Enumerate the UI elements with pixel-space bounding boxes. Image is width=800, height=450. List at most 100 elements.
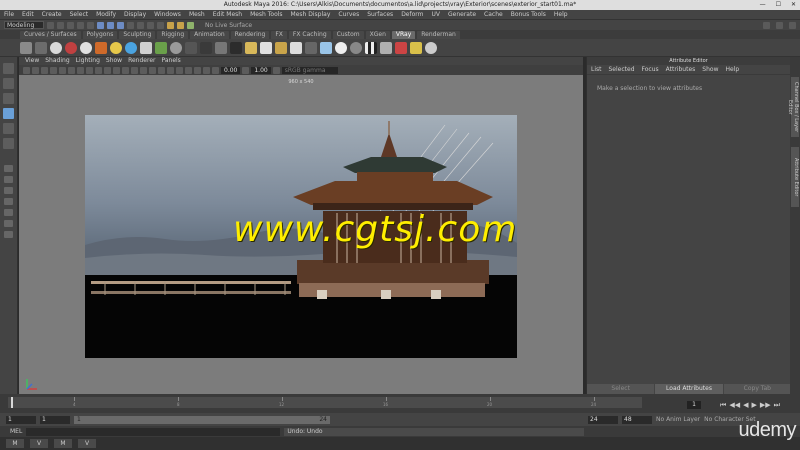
menu-uv[interactable]: UV: [432, 10, 441, 19]
vray-dark-icon[interactable]: [230, 41, 242, 54]
vray-sun-icon[interactable]: [215, 41, 227, 54]
vray-rect-light-icon[interactable]: [140, 41, 152, 54]
xray-icon[interactable]: [194, 66, 201, 74]
snap-curve-icon[interactable]: [137, 21, 144, 29]
menu-windows[interactable]: Windows: [154, 10, 181, 19]
sidebar-toggle-icon[interactable]: [776, 21, 783, 29]
menu-help[interactable]: Help: [554, 10, 568, 19]
vray-mesh-light-icon[interactable]: [185, 41, 197, 54]
playback-end-field[interactable]: 24: [588, 415, 618, 424]
vray-mesh-icon[interactable]: [305, 41, 317, 54]
time-ruler[interactable]: 1 4 8 12 16 20 24: [8, 397, 642, 408]
vray-plane-icon[interactable]: [245, 41, 257, 54]
select-tool-icon[interactable]: [3, 63, 14, 74]
uv-editor-layout-icon[interactable]: [4, 220, 13, 227]
shelf-tab-custom[interactable]: Custom: [332, 30, 364, 39]
attr-menu-help[interactable]: Help: [725, 65, 739, 74]
wireframe-icon[interactable]: [113, 66, 120, 74]
shelf-tab-rigging[interactable]: Rigging: [157, 30, 189, 39]
field-chart-icon[interactable]: [95, 66, 102, 74]
menu-set-selector[interactable]: Modeling: [4, 21, 44, 29]
outliner-layout-icon[interactable]: [4, 231, 13, 238]
isolate-select-icon[interactable]: [185, 66, 192, 74]
select-object-icon[interactable]: [107, 21, 114, 29]
new-scene-icon[interactable]: [47, 21, 54, 29]
viewport-menu-view[interactable]: View: [25, 57, 39, 65]
vray-proxy-icon[interactable]: [95, 41, 107, 54]
vray-light-icon[interactable]: [110, 41, 122, 54]
anti-alias-icon[interactable]: [176, 66, 183, 74]
play-backward-icon[interactable]: ◀: [743, 401, 748, 409]
persp-graph-layout-icon[interactable]: [4, 198, 13, 205]
taskbar-item[interactable]: V: [78, 439, 96, 448]
single-perspective-layout-icon[interactable]: [4, 165, 13, 172]
menu-deform[interactable]: Deform: [401, 10, 423, 19]
vray-material-red-icon[interactable]: [65, 41, 77, 54]
close-icon[interactable]: ✕: [791, 0, 796, 10]
menu-mesh[interactable]: Mesh: [189, 10, 205, 19]
vray-frame-buffer-icon[interactable]: [35, 41, 47, 54]
range-slider[interactable]: 1 24: [74, 415, 330, 424]
shelf-tab-renderman[interactable]: Renderman: [417, 30, 460, 39]
use-lights-icon[interactable]: [140, 66, 147, 74]
viewport-menu-renderer[interactable]: Renderer: [128, 57, 155, 65]
vray-white-sphere-icon[interactable]: [335, 41, 347, 54]
attr-menu-attributes[interactable]: Attributes: [666, 65, 696, 74]
color-management-icon[interactable]: [272, 66, 280, 74]
menu-create[interactable]: Create: [42, 10, 62, 19]
undo-icon[interactable]: [77, 21, 84, 29]
menu-surfaces[interactable]: Surfaces: [367, 10, 393, 19]
go-to-start-icon[interactable]: ⏮: [720, 401, 726, 409]
ambient-occlusion-icon[interactable]: [158, 66, 165, 74]
animation-end-field[interactable]: 48: [622, 415, 652, 424]
vray-fur-icon[interactable]: [155, 41, 167, 54]
rotate-tool-icon[interactable]: [3, 123, 14, 134]
viewport-menu-panels[interactable]: Panels: [161, 57, 180, 65]
go-to-end-icon[interactable]: ⏭: [774, 401, 780, 409]
vray-ambient-light-icon[interactable]: [275, 41, 287, 54]
attribute-editor-tab[interactable]: Attribute Editor: [791, 147, 799, 207]
persp-outliner-layout-icon[interactable]: [4, 187, 13, 194]
gate-mask-icon[interactable]: [86, 66, 93, 74]
camera-attributes-icon[interactable]: [32, 66, 39, 74]
vray-environment-icon[interactable]: [320, 41, 332, 54]
minimize-icon[interactable]: —: [760, 0, 766, 10]
shadows-icon[interactable]: [149, 66, 156, 74]
attr-menu-focus[interactable]: Focus: [642, 65, 659, 74]
move-tool-icon[interactable]: [3, 108, 14, 119]
smooth-shade-icon[interactable]: [122, 66, 129, 74]
attr-menu-show[interactable]: Show: [702, 65, 718, 74]
command-input[interactable]: [26, 427, 281, 436]
menu-modify[interactable]: Modify: [96, 10, 116, 19]
shelf-tab-fx-caching[interactable]: FX Caching: [288, 30, 331, 39]
playback-start-field[interactable]: 1: [40, 415, 70, 424]
textured-icon[interactable]: [131, 66, 138, 74]
current-frame-field[interactable]: 1: [687, 401, 701, 409]
xray-joints-icon[interactable]: [203, 66, 210, 74]
vray-material-white-icon[interactable]: [80, 41, 92, 54]
shelf-tab-polygons[interactable]: Polygons: [82, 30, 118, 39]
shelf-tab-animation[interactable]: Animation: [190, 30, 229, 39]
vray-settings-icon[interactable]: [380, 41, 392, 54]
menu-edit-mesh[interactable]: Edit Mesh: [213, 10, 242, 19]
menu-select[interactable]: Select: [70, 10, 89, 19]
vray-sphere-light-icon[interactable]: [170, 41, 182, 54]
play-forward-icon[interactable]: ▶: [751, 401, 756, 409]
load-attributes-button[interactable]: Load Attributes: [655, 384, 723, 394]
safe-action-icon[interactable]: [104, 66, 111, 74]
taskbar-item[interactable]: M: [54, 439, 72, 448]
channel-box-tab[interactable]: Channel Box / Layer Editor: [787, 77, 799, 137]
render-settings-icon[interactable]: [187, 21, 194, 29]
vray-ies-light-icon[interactable]: [200, 41, 212, 54]
input-ops-icon[interactable]: [763, 21, 770, 29]
shelf-tab-fx[interactable]: FX: [271, 30, 287, 39]
copy-tab-button[interactable]: Copy Tab: [723, 384, 791, 394]
vray-help-icon[interactable]: [425, 41, 437, 54]
snap-point-icon[interactable]: [147, 21, 154, 29]
menu-edit[interactable]: Edit: [22, 10, 34, 19]
camera-select-icon[interactable]: [23, 66, 30, 74]
shelf-tab-sculpting[interactable]: Sculpting: [119, 30, 156, 39]
vray-dome-light-icon[interactable]: [125, 41, 137, 54]
shelf-tab-rendering[interactable]: Rendering: [230, 30, 270, 39]
exposure-icon[interactable]: [212, 66, 219, 74]
